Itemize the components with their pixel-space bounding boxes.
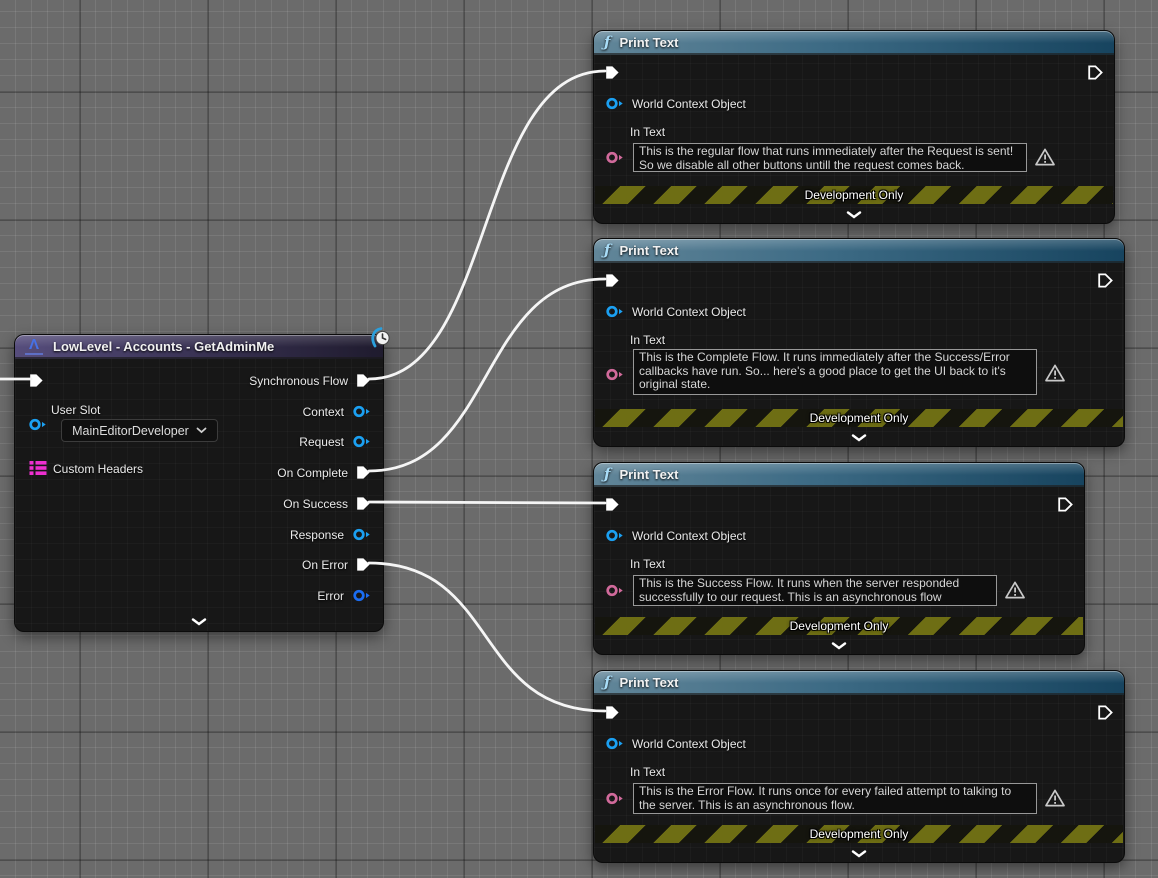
function-icon: ƒ — [604, 672, 610, 692]
wire-on-success — [369, 502, 605, 503]
function-icon: ƒ — [604, 240, 610, 260]
in-text-label: In Text — [630, 333, 665, 347]
node-header[interactable]: ƒ Print Text — [594, 671, 1124, 695]
node-lowlevel-accounts-getadminme[interactable]: Λ LowLevel - Accounts - GetAdminMe User … — [14, 334, 384, 632]
node-print-text-1[interactable]: ƒ Print Text World Context Object In Tex… — [593, 30, 1115, 224]
chevron-down-icon[interactable] — [191, 618, 207, 626]
wire-synchronous-flow — [369, 71, 605, 379]
user-slot-label: User Slot — [51, 403, 100, 417]
node-print-text-4[interactable]: ƒ Print Text World Context Object In Tex… — [593, 670, 1125, 863]
dropdown-chevron-icon — [196, 427, 207, 434]
exec-out-pin[interactable] — [356, 496, 371, 511]
user-slot-pin[interactable] — [28, 417, 47, 432]
world-context-row[interactable]: World Context Object — [605, 304, 746, 319]
object-pin[interactable] — [352, 527, 371, 542]
warning-icon — [1034, 147, 1056, 167]
output-row-on-error[interactable]: On Error — [302, 557, 371, 572]
in-text-label: In Text — [630, 125, 665, 139]
in-text-input[interactable]: This is the regular flow that runs immed… — [633, 143, 1027, 172]
output-row-on-complete[interactable]: On Complete — [277, 465, 371, 480]
exec-out-pin[interactable] — [1088, 65, 1103, 80]
node-header[interactable]: ƒ Print Text — [594, 239, 1124, 263]
function-icon: ƒ — [604, 32, 610, 52]
node-title: LowLevel - Accounts - GetAdminMe — [53, 339, 274, 354]
custom-headers-map-pin[interactable] — [29, 460, 47, 476]
world-context-row[interactable]: World Context Object — [605, 736, 746, 751]
in-text-input[interactable]: This is the Success Flow. It runs when t… — [633, 575, 997, 606]
wire-on-error — [369, 563, 605, 711]
output-row-context[interactable]: Context — [303, 404, 371, 419]
output-row-response[interactable]: Response — [290, 527, 371, 542]
user-slot-dropdown[interactable]: MainEditorDeveloper — [61, 419, 218, 442]
text-pin[interactable] — [605, 791, 624, 806]
chevron-down-icon[interactable] — [831, 642, 847, 650]
output-row-synchronous-flow[interactable]: Synchronous Flow — [249, 373, 371, 388]
in-text-input[interactable]: This is the Error Flow. It runs once for… — [633, 783, 1037, 814]
warning-icon — [1044, 363, 1066, 383]
function-icon: ƒ — [604, 464, 610, 484]
node-title: Print Text — [619, 675, 678, 690]
text-pin[interactable] — [605, 150, 624, 165]
exec-out-pin[interactable] — [1058, 497, 1073, 512]
chevron-down-icon[interactable] — [846, 211, 862, 219]
development-only-banner: Development Only — [595, 825, 1123, 843]
world-context-row[interactable]: World Context Object — [605, 528, 746, 543]
exec-out-pin[interactable] — [356, 373, 371, 388]
in-text-label: In Text — [630, 557, 665, 571]
node-header[interactable]: ƒ Print Text — [594, 463, 1084, 487]
text-pin[interactable] — [605, 583, 624, 598]
user-slot-value: MainEditorDeveloper — [72, 424, 189, 438]
exec-out-pin[interactable] — [1098, 705, 1113, 720]
development-only-banner: Development Only — [595, 186, 1113, 204]
warning-icon — [1004, 580, 1026, 600]
latent-clock-icon — [368, 324, 392, 350]
object-pin[interactable] — [605, 96, 624, 111]
world-context-row[interactable]: World Context Object — [605, 96, 746, 111]
node-print-text-3[interactable]: ƒ Print Text World Context Object In Tex… — [593, 462, 1085, 655]
object-pin[interactable] — [605, 736, 624, 751]
accelbyte-logo-icon: Λ — [25, 337, 43, 355]
exec-in-pin[interactable] — [29, 373, 44, 388]
output-row-request[interactable]: Request — [299, 434, 371, 449]
custom-headers-label: Custom Headers — [53, 462, 143, 476]
in-text-input[interactable]: This is the Complete Flow. It runs immed… — [633, 349, 1037, 395]
exec-in-pin[interactable] — [605, 497, 620, 512]
exec-out-pin[interactable] — [356, 465, 371, 480]
development-only-banner: Development Only — [595, 409, 1123, 427]
object-pin[interactable] — [605, 304, 624, 319]
text-pin[interactable] — [605, 367, 624, 382]
output-row-error[interactable]: Error — [317, 588, 371, 603]
exec-in-pin[interactable] — [605, 273, 620, 288]
node-header[interactable]: Λ LowLevel - Accounts - GetAdminMe — [15, 335, 383, 359]
object-pin[interactable] — [605, 528, 624, 543]
wire-on-complete — [369, 279, 605, 471]
exec-out-pin[interactable] — [1098, 273, 1113, 288]
output-row-on-success[interactable]: On Success — [283, 496, 371, 511]
in-text-label: In Text — [630, 765, 665, 779]
object-pin[interactable] — [352, 434, 371, 449]
object-pin[interactable] — [352, 588, 371, 603]
node-header[interactable]: ƒ Print Text — [594, 31, 1114, 55]
exec-in-pin[interactable] — [605, 705, 620, 720]
chevron-down-icon[interactable] — [851, 434, 867, 442]
blueprint-graph-canvas[interactable]: Λ LowLevel - Accounts - GetAdminMe User … — [0, 0, 1158, 878]
node-title: Print Text — [619, 35, 678, 50]
node-print-text-2[interactable]: ƒ Print Text World Context Object In Tex… — [593, 238, 1125, 447]
node-title: Print Text — [619, 243, 678, 258]
exec-out-pin[interactable] — [356, 557, 371, 572]
object-pin[interactable] — [352, 404, 371, 419]
chevron-down-icon[interactable] — [851, 850, 867, 858]
development-only-banner: Development Only — [595, 617, 1083, 635]
node-title: Print Text — [619, 467, 678, 482]
exec-in-pin[interactable] — [605, 65, 620, 80]
warning-icon — [1044, 788, 1066, 808]
